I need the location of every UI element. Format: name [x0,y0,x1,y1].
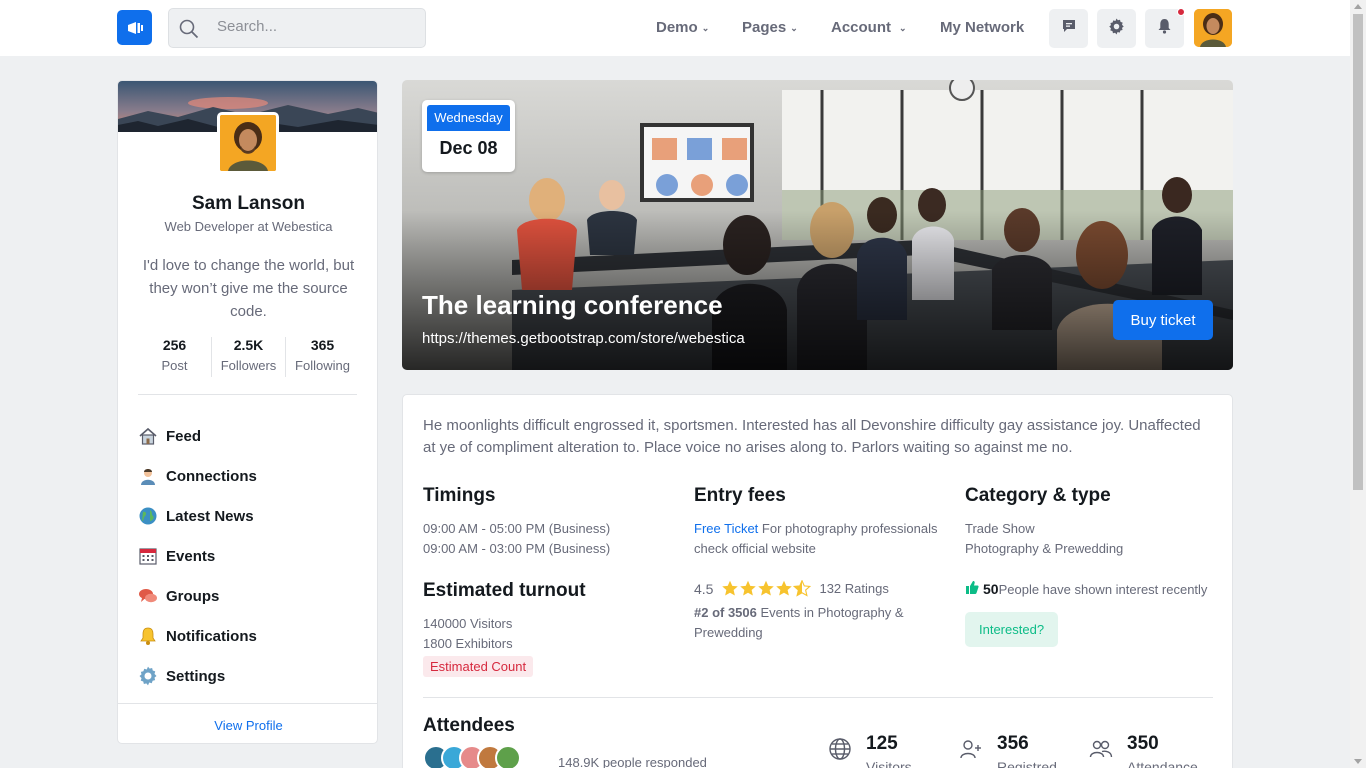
messages-button[interactable] [1049,9,1088,48]
bell-icon [1157,18,1172,39]
thumbs-up-icon [965,580,979,598]
nav-demo[interactable]: Demo ⌄ [656,19,709,36]
calendar-icon [138,546,158,566]
event-hero: Wednesday Dec 08 The learning conference… [402,80,1233,370]
avatar [495,745,521,768]
divider [138,394,357,395]
gear-icon [138,666,158,686]
star-half-icon [793,580,812,597]
event-day: Wednesday [427,105,510,131]
settings-button[interactable] [1097,9,1136,48]
buy-ticket-button[interactable]: Buy ticket [1113,300,1213,340]
sidebar-item-settings[interactable]: Settings [138,656,359,696]
gear-icon [1108,18,1125,40]
sidebar-item-feed[interactable]: Feed [138,416,359,456]
event-title: The learning conference [422,290,723,320]
star-icon [776,580,793,596]
stat-posts: 256 Post [161,337,188,373]
interested-button[interactable]: Interested? [965,612,1059,647]
divider [423,697,1213,698]
search-box[interactable] [168,8,426,48]
chevron-down-icon: ⌄ [701,23,710,33]
star-icon [740,580,757,596]
globe-icon [828,733,856,768]
rating-section: 4.5 132 Ratings #2 of 3506 Events in Pho… [694,580,904,640]
entry-fees-title: Entry fees [694,485,786,506]
search-icon [179,19,199,44]
estimated-count-badge: Estimated Count [423,656,534,677]
attendees-title: Attendees [423,715,515,736]
chat-bubbles-icon [138,586,158,606]
logo-icon[interactable] [117,10,152,45]
person-icon [138,466,158,486]
rating-score: 4.5 [694,580,714,597]
sidebar-item-events[interactable]: Events [138,536,359,576]
notifications-button[interactable] [1145,8,1185,48]
ratings-count: 132 Ratings [819,581,889,596]
event-date-badge: Wednesday Dec 08 [422,100,515,172]
stat-following: 365 Following [285,337,359,377]
timings-section: Timings 09:00 AM - 05:00 PM (Business) 0… [423,485,683,559]
nav-my-network[interactable]: My Network [940,19,1024,36]
sidebar-item-connections[interactable]: Connections [138,456,359,496]
event-cover-image [402,80,1233,370]
sidebar-item-groups[interactable]: Groups [138,576,359,616]
interest-section: 50 People have shown interest recently I… [965,580,1225,647]
metric-attendance: 350 Attendance [1089,733,1198,768]
scroll-up-arrow-icon[interactable] [1354,4,1362,9]
metric-visitors: 125 Visitors [828,733,912,768]
rating-stars [721,580,812,597]
vertical-scrollbar[interactable] [1350,0,1366,768]
profile-role: Web Developer at Webestica [164,219,333,234]
bell-icon [138,626,158,646]
notification-dot [1177,8,1185,16]
top-navbar: Demo⌄ Pages⌄ Account⌄ My Network [0,0,1350,56]
entry-fees-section: Entry fees Free Ticket For photography p… [694,485,954,559]
turnout-section: Estimated turnout 140000 Visitors 1800 E… [423,580,683,677]
scroll-down-arrow-icon[interactable] [1354,759,1362,764]
timings-title: Timings [423,485,496,506]
sidebar-item-latest-news[interactable]: Latest News [138,496,359,536]
category-section: Category & type Trade Show Photography &… [965,485,1225,559]
sidebar-item-notifications[interactable]: Notifications [138,616,359,656]
event-url[interactable]: https://themes.getbootstrap.com/store/we… [422,330,745,347]
rank-value: #2 of 3506 [694,605,757,620]
search-input[interactable] [217,18,417,35]
event-description: He moonlights difficult engrossed it, sp… [423,417,1201,456]
nav-pages[interactable]: Pages ⌄ [742,19,798,36]
interest-count: 50 [983,581,999,597]
user-avatar[interactable] [1194,9,1232,47]
star-icon [758,580,775,596]
chevron-down-icon: ⌄ [790,23,798,33]
attendee-avatars[interactable] [423,745,521,768]
chevron-down-icon: ⌄ [899,23,907,33]
profile-stats: 256 Post 2.5K Followers 365 Following [138,337,359,377]
profile-bio: I'd love to change the world, but they w… [142,257,355,320]
free-ticket-link[interactable]: Free Ticket [694,521,758,536]
view-profile-link[interactable]: View Profile [118,703,377,743]
category-title: Category & type [965,485,1111,506]
stat-followers: 2.5K Followers [211,337,285,377]
turnout-title: Estimated turnout [423,580,586,601]
profile-avatar[interactable] [217,112,279,174]
people-icon [1089,733,1117,768]
scrollbar-thumb[interactable] [1353,14,1363,490]
nav-account[interactable]: Account ⌄ [831,19,907,36]
star-icon [722,580,739,596]
chat-icon [1061,18,1077,39]
attendees-responded: 148.9K people responded [558,755,707,768]
event-details-card: He moonlights difficult engrossed it, sp… [402,394,1233,768]
sidebar-menu: Feed Connections Latest News Events Grou… [138,416,359,696]
metric-registred: 356 Registred [959,733,1057,768]
user-plus-icon [959,733,987,768]
event-date: Dec 08 [439,138,498,158]
home-icon [138,426,158,446]
globe-icon [138,506,158,526]
profile-card: Sam Lanson Web Developer at Webestica I'… [117,80,378,744]
profile-name[interactable]: Sam Lanson [118,193,377,215]
